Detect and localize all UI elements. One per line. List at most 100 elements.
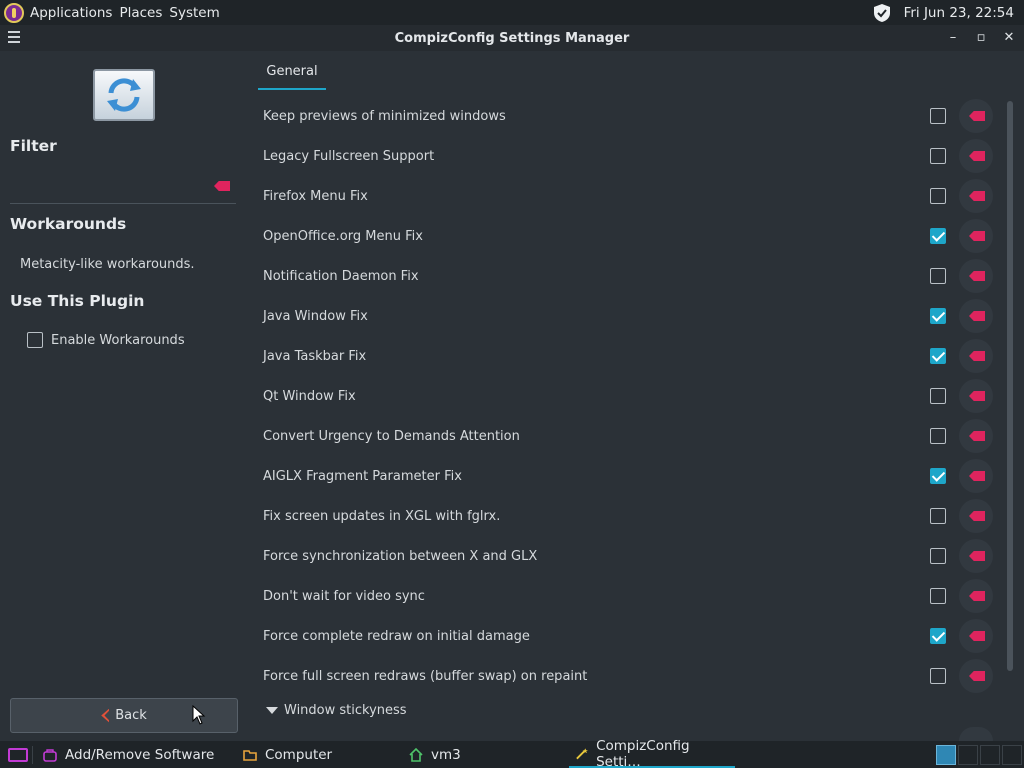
maximize-icon[interactable]: ▫ <box>972 29 990 47</box>
filter-input[interactable] <box>10 174 236 204</box>
setting-checkbox[interactable] <box>930 628 946 644</box>
setting-checkbox[interactable] <box>930 308 946 324</box>
workarounds-plugin-icon <box>93 69 155 121</box>
reset-icon <box>969 551 985 561</box>
shield-icon[interactable] <box>872 3 892 23</box>
setting-label: Notification Daemon Fix <box>263 268 419 284</box>
mouse-cursor-icon <box>192 705 206 725</box>
reset-button[interactable] <box>959 219 993 253</box>
reset-icon <box>969 111 985 121</box>
reset-icon <box>969 231 985 241</box>
setting-checkbox[interactable] <box>930 468 946 484</box>
settings-list: Keep previews of minimized windows Legacy… <box>248 96 996 696</box>
setting-row[interactable]: Java Taskbar Fix <box>248 336 996 376</box>
applications-menu[interactable]: Applications <box>30 5 112 21</box>
setting-checkbox[interactable] <box>930 508 946 524</box>
reset-icon <box>969 591 985 601</box>
system-menu[interactable]: System <box>169 5 219 21</box>
reset-button[interactable] <box>959 419 993 453</box>
workspace-1[interactable] <box>936 744 956 765</box>
wand-icon <box>576 747 589 759</box>
task-computer[interactable]: Computer <box>237 741 403 768</box>
setting-label: Force complete redraw on initial damage <box>263 628 530 644</box>
task-add-remove-software[interactable]: Add/Remove Software <box>37 741 237 768</box>
close-icon[interactable]: ✕ <box>1000 29 1018 47</box>
setting-row[interactable]: Force full screen redraws (buffer swap) … <box>248 656 996 696</box>
setting-label: Firefox Menu Fix <box>263 188 368 204</box>
reset-icon <box>969 351 985 361</box>
workspace-3[interactable] <box>980 744 1000 765</box>
bottom-panel: Add/Remove Software Computer vm3 CompizC… <box>0 738 1024 768</box>
reset-button[interactable] <box>959 539 993 573</box>
setting-row[interactable]: Force complete redraw on initial damage <box>248 616 996 656</box>
reset-button[interactable] <box>959 179 993 213</box>
reset-button[interactable] <box>959 619 993 653</box>
workspace-2[interactable] <box>958 744 978 765</box>
setting-checkbox[interactable] <box>930 348 946 364</box>
reset-icon <box>969 191 985 201</box>
setting-checkbox[interactable] <box>930 548 946 564</box>
setting-row[interactable]: AIGLX Fragment Parameter Fix <box>248 456 996 496</box>
setting-checkbox[interactable] <box>930 188 946 204</box>
setting-label: Force synchronization between X and GLX <box>263 548 538 564</box>
hamburger-menu-icon[interactable] <box>8 31 20 43</box>
minimize-icon[interactable]: – <box>944 29 962 47</box>
back-arrow-icon <box>101 708 110 723</box>
setting-checkbox[interactable] <box>930 228 946 244</box>
setting-row[interactable]: Java Window Fix <box>248 296 996 336</box>
setting-checkbox[interactable] <box>930 668 946 684</box>
setting-checkbox[interactable] <box>930 148 946 164</box>
places-menu[interactable]: Places <box>119 5 162 21</box>
window-stickyness-expander[interactable]: Window stickyness <box>266 703 407 718</box>
setting-row[interactable]: Force synchronization between X and GLX <box>248 536 996 576</box>
setting-row[interactable]: Notification Daemon Fix <box>248 256 996 296</box>
show-desktop-icon[interactable] <box>8 747 28 762</box>
reset-icon <box>969 391 985 401</box>
distro-logo-icon[interactable] <box>4 2 24 23</box>
clear-filter-icon[interactable] <box>214 181 230 191</box>
setting-checkbox[interactable] <box>930 108 946 124</box>
reset-button[interactable] <box>959 499 993 533</box>
setting-row[interactable]: Fix screen updates in XGL with fglrx. <box>248 496 996 536</box>
setting-row[interactable]: Firefox Menu Fix <box>248 176 996 216</box>
setting-checkbox[interactable] <box>930 588 946 604</box>
setting-row[interactable]: OpenOffice.org Menu Fix <box>248 216 996 256</box>
task-compizconfig[interactable]: CompizConfig Setti… <box>569 738 735 768</box>
reset-button[interactable] <box>959 339 993 373</box>
setting-checkbox[interactable] <box>930 268 946 284</box>
scrollbar[interactable] <box>1007 101 1013 671</box>
reset-button[interactable] <box>959 379 993 413</box>
reset-button[interactable] <box>959 579 993 613</box>
task-label: vm3 <box>431 746 461 763</box>
window-title: CompizConfig Settings Manager <box>394 30 630 46</box>
setting-row[interactable]: Keep previews of minimized windows <box>248 96 996 136</box>
task-vm3[interactable]: vm3 <box>403 741 569 768</box>
reset-button[interactable] <box>959 139 993 173</box>
clock[interactable]: Fri Jun 23, 22:54 <box>904 5 1014 21</box>
reset-button[interactable] <box>959 727 993 741</box>
reset-button[interactable] <box>959 459 993 493</box>
setting-row[interactable]: Qt Window Fix <box>248 376 996 416</box>
reset-icon <box>969 151 985 161</box>
setting-checkbox[interactable] <box>930 428 946 444</box>
reset-button[interactable] <box>959 99 993 133</box>
reset-button[interactable] <box>959 259 993 293</box>
window-titlebar[interactable]: CompizConfig Settings Manager – ▫ ✕ <box>0 25 1024 51</box>
expander-label: Window stickyness <box>284 703 407 718</box>
reset-button[interactable] <box>959 299 993 333</box>
task-label: Computer <box>265 746 333 763</box>
back-button-label: Back <box>115 708 147 723</box>
enable-plugin-row[interactable]: Enable Workarounds <box>27 332 185 348</box>
use-plugin-heading: Use This Plugin <box>10 292 145 310</box>
setting-row[interactable]: Don't wait for video sync <box>248 576 996 616</box>
reset-icon <box>969 671 985 681</box>
setting-row[interactable]: Convert Urgency to Demands Attention <box>248 416 996 456</box>
tab-general[interactable]: General <box>258 64 326 90</box>
setting-row[interactable]: Legacy Fullscreen Support <box>248 136 996 176</box>
setting-label: Legacy Fullscreen Support <box>263 148 435 164</box>
reset-button[interactable] <box>959 659 993 693</box>
workspace-4[interactable] <box>1002 744 1022 765</box>
setting-checkbox[interactable] <box>930 388 946 404</box>
enable-plugin-checkbox[interactable] <box>27 332 43 348</box>
expander-triangle-icon <box>266 707 278 714</box>
